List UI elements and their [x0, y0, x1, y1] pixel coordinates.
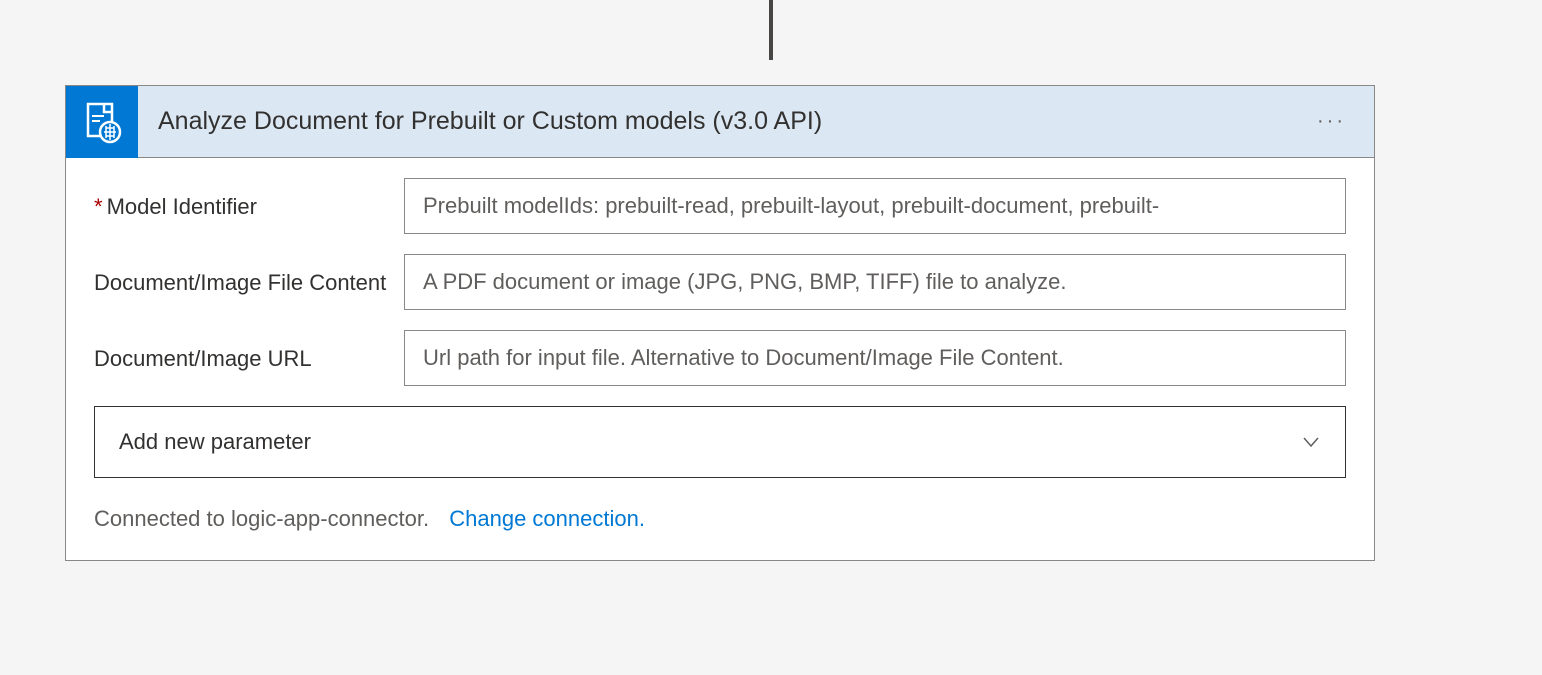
dropdown-label: Add new parameter — [119, 429, 311, 455]
flow-arrow — [751, 0, 791, 85]
file-content-input[interactable] — [404, 254, 1346, 310]
more-menu-button[interactable]: ··· — [1289, 110, 1374, 133]
field-label: Document/Image URL — [94, 330, 404, 375]
field-row-model-identifier: *Model Identifier — [94, 178, 1346, 234]
card-title: Analyze Document for Prebuilt or Custom … — [138, 107, 1289, 136]
field-row-file-content: Document/Image File Content — [94, 254, 1346, 310]
add-parameter-dropdown[interactable]: Add new parameter — [94, 406, 1346, 478]
required-asterisk: * — [94, 194, 103, 219]
field-row-image-url: Document/Image URL — [94, 330, 1346, 386]
chevron-down-icon — [1301, 432, 1321, 452]
card-body: *Model Identifier Document/Image File Co… — [66, 158, 1374, 560]
field-label: Document/Image File Content — [94, 254, 404, 299]
change-connection-link[interactable]: Change connection. — [449, 506, 645, 531]
field-label: *Model Identifier — [94, 178, 404, 223]
connection-footer: Connected to logic-app-connector. Change… — [94, 506, 1346, 532]
connector-icon-box — [66, 86, 138, 158]
document-grid-icon — [80, 100, 124, 144]
action-card: Analyze Document for Prebuilt or Custom … — [65, 85, 1375, 561]
image-url-input[interactable] — [404, 330, 1346, 386]
model-identifier-input[interactable] — [404, 178, 1346, 234]
connection-status-text: Connected to logic-app-connector. — [94, 506, 429, 531]
card-header[interactable]: Analyze Document for Prebuilt or Custom … — [66, 86, 1374, 158]
